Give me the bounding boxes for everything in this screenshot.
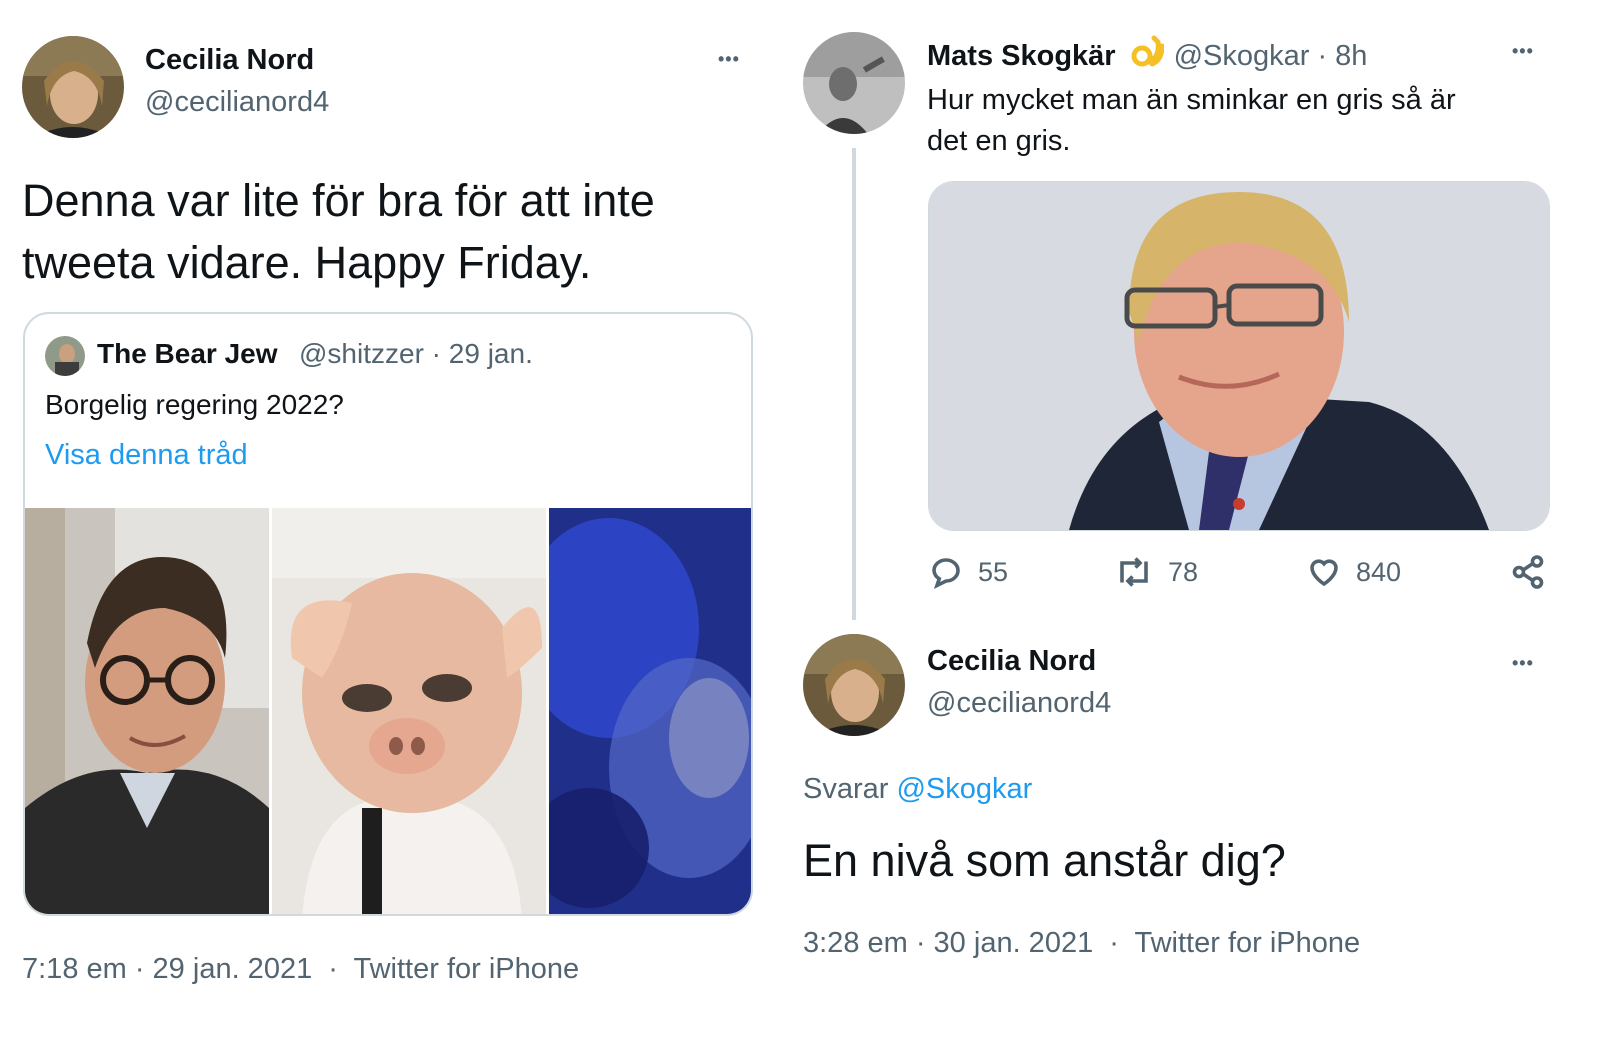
author-avatar[interactable] xyxy=(22,36,124,138)
quote-image-1[interactable] xyxy=(25,508,269,914)
parent-tweet-header: Mats Skogkär @Skogkar · 8h xyxy=(927,34,1367,78)
share-icon xyxy=(1512,555,1544,589)
timestamp[interactable]: 3:28 em · 30 jan. 2021 xyxy=(803,927,1093,959)
avatar-photo xyxy=(803,32,905,134)
pig-mask-photo xyxy=(272,508,546,914)
parent-author-avatar[interactable] xyxy=(803,32,905,134)
portrait-photo xyxy=(929,182,1549,530)
reply-count: 55 xyxy=(978,556,1009,587)
like-count: 840 xyxy=(1356,556,1402,587)
reply-author-name[interactable]: Cecilia Nord xyxy=(927,645,1096,678)
source-app[interactable]: Twitter for iPhone xyxy=(353,953,579,985)
tweet-text: Denna var lite för bra för att inte twee… xyxy=(22,170,655,294)
retweet-button[interactable]: 78 xyxy=(1114,554,1198,590)
tweet-footer: 7:18 em · 29 jan. 2021 · Twitter for iPh… xyxy=(22,953,579,986)
separator: · xyxy=(328,953,338,985)
parent-tweet-text: Hur mycket man än sminkar en gris så är … xyxy=(927,80,1456,162)
tweet-text-line: det en gris. xyxy=(927,125,1071,157)
reply-author-handle[interactable]: @cecilianord4 xyxy=(927,687,1111,720)
avatar-photo xyxy=(22,36,124,138)
quote-image-3[interactable] xyxy=(549,508,751,914)
more-options-icon[interactable]: ••• xyxy=(1512,654,1534,672)
quote-meta: @shitzzer · 29 jan. xyxy=(299,338,533,369)
reply-button[interactable]: 55 xyxy=(928,554,1008,590)
reply-tweet-text: En nivå som anstår dig? xyxy=(803,835,1286,886)
avatar-photo xyxy=(45,336,85,376)
tweet-text-line: Hur mycket man än sminkar en gris så är xyxy=(927,84,1456,116)
thread-connector-line xyxy=(852,148,856,620)
retweet-icon xyxy=(1120,557,1148,587)
heart-icon xyxy=(1310,559,1338,587)
author-name[interactable]: Cecilia Nord xyxy=(145,44,314,77)
more-options-icon[interactable]: ••• xyxy=(1512,42,1534,60)
replying-to: Svarar @Skogkar xyxy=(803,773,1032,806)
timestamp[interactable]: 7:18 em · 29 jan. 2021 xyxy=(22,953,312,985)
avatar-photo xyxy=(803,634,905,736)
retweet-count: 78 xyxy=(1168,556,1199,587)
reply-footer: 3:28 em · 30 jan. 2021 · Twitter for iPh… xyxy=(803,927,1360,960)
tweet-text-line: tweeta vidare. Happy Friday. xyxy=(22,237,592,288)
like-button[interactable]: 840 xyxy=(1306,554,1401,590)
parent-author-name[interactable]: Mats Skogkär xyxy=(927,40,1116,73)
replying-to-link[interactable]: @Skogkar xyxy=(896,773,1032,805)
tweet-text-line: Denna var lite för bra för att inte xyxy=(22,175,655,226)
more-options-icon[interactable]: ••• xyxy=(718,50,740,68)
show-thread-link[interactable]: Visa denna tråd xyxy=(45,439,248,472)
share-button[interactable] xyxy=(1510,554,1546,590)
author-handle[interactable]: @cecilianord4 xyxy=(145,86,329,119)
parent-meta: @Skogkar · 8h xyxy=(1173,39,1368,72)
man-with-glasses-photo xyxy=(25,508,269,914)
quote-author-avatar[interactable] xyxy=(45,336,85,376)
source-app[interactable]: Twitter for iPhone xyxy=(1134,927,1360,959)
replying-prefix: Svarar xyxy=(803,773,889,805)
separator: · xyxy=(1109,927,1119,959)
quote-image-2[interactable] xyxy=(272,508,546,914)
blurred-blue-photo xyxy=(549,508,751,914)
quote-author-name[interactable]: The Bear Jew xyxy=(97,338,278,370)
ok-hand-emoji-icon xyxy=(1130,34,1165,78)
reply-author-avatar[interactable] xyxy=(803,634,905,736)
reply-icon xyxy=(932,558,960,590)
quote-text: Borgelig regering 2022? xyxy=(45,389,344,420)
quoted-tweet-card[interactable]: The Bear Jew @shitzzer · 29 jan. Borgeli… xyxy=(23,312,753,916)
parent-tweet-image[interactable] xyxy=(928,181,1550,531)
